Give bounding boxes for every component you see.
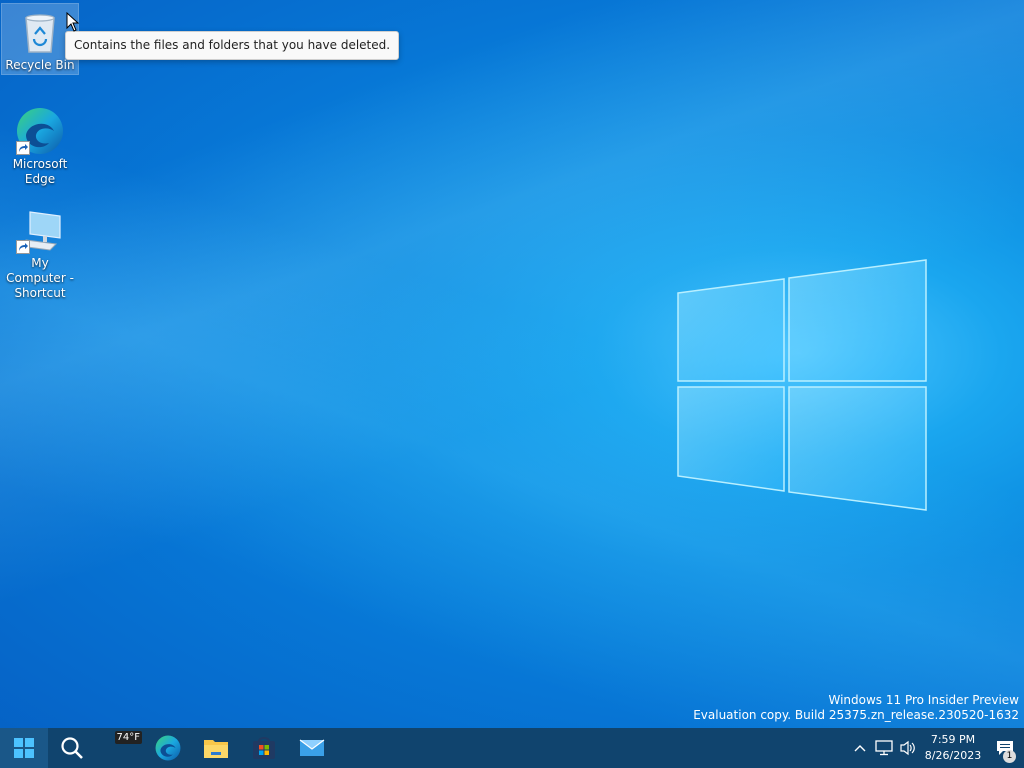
weather-widget-button[interactable]: 74°F [96,728,144,768]
taskbar-store-button[interactable] [240,728,288,768]
desktop-icon-label: Recycle Bin [5,58,75,72]
search-icon [61,737,83,759]
windows-start-icon [14,738,34,758]
notification-count-badge: 1 [1003,750,1016,763]
network-button[interactable] [872,728,896,768]
computer-icon [16,206,64,254]
folder-icon [204,740,228,758]
taskbar-mail-button[interactable] [288,728,336,768]
show-hidden-icons-button[interactable] [848,728,872,768]
store-icon [253,737,275,759]
taskbar-edge-button[interactable] [144,728,192,768]
evaluation-watermark: Windows 11 Pro Insider Preview Evaluatio… [693,693,1019,723]
windows-logo-wallpaper [677,259,927,511]
weather-temperature: 74°F [114,731,142,744]
mail-icon [299,739,325,756]
recycle-bin-tooltip: Contains the files and folders that you … [65,31,400,60]
recycle-bin-icon [16,8,64,56]
desktop-icon-label: Microsoft Edge [12,157,68,186]
clock-date: 8/26/2023 [924,749,982,762]
clock-time: 7:59 PM [930,733,976,746]
desktop-icon-my-computer[interactable]: My Computer - Shortcut [2,202,78,301]
edge-icon [155,735,181,761]
shortcut-arrow-icon [16,240,30,254]
desktop-icon-edge[interactable]: Microsoft Edge [2,103,78,187]
watermark-line-2: Evaluation copy. Build 25375.zn_release.… [693,708,1019,722]
volume-button[interactable] [896,728,920,768]
desktop-icon-label: My Computer - Shortcut [6,256,74,300]
system-tray: 7:59 PM 8/26/2023 1 [848,728,1024,768]
edge-icon [16,107,64,155]
mouse-cursor-icon [66,12,80,32]
clock[interactable]: 7:59 PM 8/26/2023 [920,732,986,764]
watermark-line-1: Windows 11 Pro Insider Preview [828,693,1019,707]
shortcut-arrow-icon [16,141,30,155]
taskbar: 74°F 7:59 PM 8/26/2023 1 [0,728,1024,768]
search-button[interactable] [48,728,96,768]
notification-center-button[interactable]: 1 [986,728,1024,768]
volume-icon [900,740,915,756]
start-button[interactable] [0,728,48,768]
network-icon [875,740,893,756]
chevron-up-icon [854,745,866,752]
taskbar-file-explorer-button[interactable] [192,728,240,768]
